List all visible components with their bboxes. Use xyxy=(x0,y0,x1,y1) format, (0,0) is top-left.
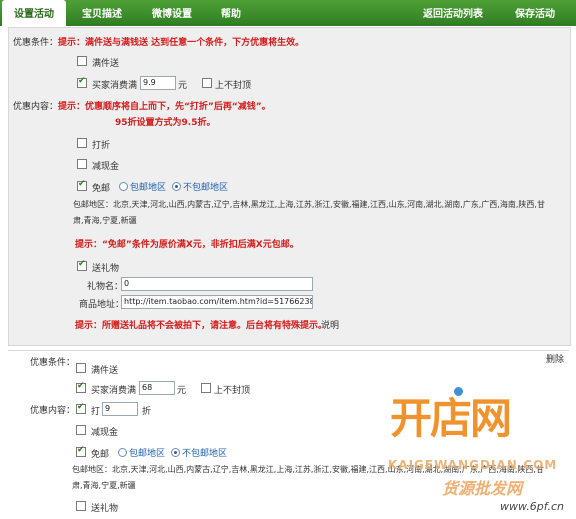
radio-include-region[interactable]: 包邮地区 xyxy=(118,446,165,459)
spend-unit: 元 xyxy=(177,386,187,396)
freeship-checkbox[interactable] xyxy=(77,179,87,191)
gift-url-input[interactable]: http://item.taobao.com/item.htm?id=51766… xyxy=(121,295,313,309)
tab-help[interactable]: 帮助 xyxy=(206,0,256,26)
region-list-line-2: 肃,青海,宁夏,新疆 xyxy=(73,216,137,225)
region-list-line-1: 包邮地区：北京,天津,河北,山西,内蒙古,辽宁,吉林,黑龙江,上海,江苏,浙江,… xyxy=(73,200,545,209)
no-cap-checkbox[interactable] xyxy=(202,78,212,88)
piece-gift-checkbox[interactable] xyxy=(76,363,86,373)
condition-label: 优惠条件： xyxy=(13,38,59,48)
gift-hint-link[interactable]: 说明 xyxy=(321,318,339,331)
spend-label: 买家消费满 xyxy=(91,386,137,396)
radio-exclude-region[interactable]: 不包邮地区 xyxy=(171,446,227,459)
gift-checkbox[interactable] xyxy=(76,501,86,511)
spend-label: 买家消费满 xyxy=(92,81,138,91)
cash-label: 减现金 xyxy=(91,428,119,438)
piece-gift-label: 满件送 xyxy=(92,59,120,69)
gift-name-label: 礼物名： xyxy=(87,282,124,292)
discount-label: 打折 xyxy=(92,141,111,151)
gift-hint: 提示：所赠送礼品将不会被拍下，请注意。后台将有特殊提示。 xyxy=(75,321,328,331)
radio-exclude-label: 不包邮地区 xyxy=(183,183,229,193)
discount-unit: 折 xyxy=(142,407,152,417)
watermark-slogan: 货源批发网 xyxy=(442,479,523,498)
spend-checkbox[interactable] xyxy=(77,76,87,88)
tab-item-description[interactable]: 宝贝描述 xyxy=(70,0,134,26)
content-label: 优惠内容： xyxy=(30,406,76,416)
condition-label: 优惠条件： xyxy=(30,358,76,368)
delete-button[interactable]: 删除 xyxy=(546,352,564,365)
save-activity-button[interactable]: 保存活动 xyxy=(500,0,570,26)
gift-url-label: 商品地址： xyxy=(79,300,125,310)
watermark-logo: 开店网 xyxy=(390,394,512,443)
tab-weibo-settings[interactable]: 微博设置 xyxy=(140,0,204,26)
order-hint-2: 95折设置方式为9.5折。 xyxy=(115,118,216,128)
radio-include-label: 包邮地区 xyxy=(130,183,167,193)
gift-checkbox[interactable] xyxy=(77,259,87,271)
freeship-label: 免邮 xyxy=(92,184,111,194)
spend-amount-input[interactable]: 9.9 xyxy=(140,76,176,90)
spend-unit: 元 xyxy=(178,81,188,91)
promotion-block-1: 优惠条件： 提示：满件送与满钱送 达到任意一个条件，下方优惠将生效。 满件送 买… xyxy=(8,27,571,346)
top-tab-bar: 设置活动 宝贝描述 微博设置 帮助 返回活动列表 保存活动 xyxy=(0,0,576,26)
no-cap-label: 上不封顶 xyxy=(215,81,252,91)
watermark-pinyin: KAIGEWANGDIAN.COM xyxy=(388,458,558,472)
freeship-checkbox[interactable] xyxy=(76,445,86,457)
radio-circle-icon xyxy=(119,182,128,191)
freeship-hint: 提示：“免邮”条件为原价满X元，非折扣后满X元包邮。 xyxy=(75,240,299,250)
content-label: 优惠内容： xyxy=(13,102,59,112)
radio-include-label: 包邮地区 xyxy=(129,449,166,459)
spend-checkbox[interactable] xyxy=(76,381,86,393)
cash-checkbox[interactable] xyxy=(76,425,86,435)
tab-setup-activity[interactable]: 设置活动 xyxy=(2,0,66,26)
gift-name-input[interactable]: 0 xyxy=(121,277,313,291)
no-cap-checkbox[interactable] xyxy=(201,383,211,393)
radio-selected-icon xyxy=(171,448,180,457)
freeship-label: 免邮 xyxy=(91,450,110,460)
piece-gift-label: 满件送 xyxy=(91,366,119,376)
back-to-list-button[interactable]: 返回活动列表 xyxy=(410,0,496,26)
radio-selected-icon xyxy=(172,182,181,191)
radio-include-region[interactable]: 包邮地区 xyxy=(119,180,166,193)
discount-checkbox[interactable] xyxy=(76,402,86,414)
discount-checkbox[interactable] xyxy=(77,138,87,148)
condition-hint: 提示：满件送与满钱送 达到任意一个条件，下方优惠将生效。 xyxy=(58,38,305,48)
cash-checkbox[interactable] xyxy=(77,159,87,169)
order-hint: 提示：优惠顺序将自上而下，先“打折”后再“减钱”。 xyxy=(58,102,271,112)
star-badge-icon xyxy=(452,385,465,398)
piece-gift-checkbox[interactable] xyxy=(77,56,87,66)
cash-label: 减现金 xyxy=(92,162,120,172)
region-list-line-2: 肃,青海,宁夏,新疆 xyxy=(72,481,136,490)
gift-label: 送礼物 xyxy=(92,264,120,274)
radio-exclude-region[interactable]: 不包邮地区 xyxy=(172,180,228,193)
gift-label: 送礼物 xyxy=(91,504,119,514)
watermark-url: www.6pf.cn xyxy=(500,500,564,513)
spend-amount-input[interactable]: 68 xyxy=(139,381,175,395)
discount-input[interactable]: 9 xyxy=(102,402,138,416)
no-cap-label: 上不封顶 xyxy=(214,386,251,396)
radio-circle-icon xyxy=(118,448,127,457)
discount-prefix: 打 xyxy=(91,407,101,417)
radio-exclude-label: 不包邮地区 xyxy=(182,449,228,459)
